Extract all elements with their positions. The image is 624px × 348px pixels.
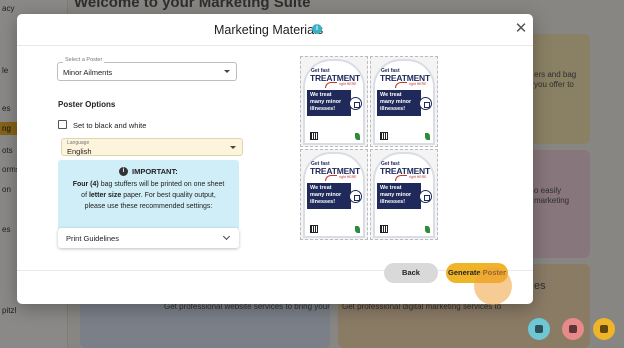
poster-band-line: We treat [310,92,332,98]
poster-right-here: right HERE [339,82,357,86]
arrow-icon [325,175,337,181]
qr-code-icon [380,225,388,233]
poster-right-here: right HERE [339,175,357,179]
poster-select[interactable]: Select a Poster Minor Ailments [57,57,237,81]
close-icon[interactable]: ✕ [514,20,528,38]
poster-band: We treat many minor illnesses! [307,90,351,116]
modal-title: Marketing Materials [214,23,324,37]
leaf-logo-icon [425,226,430,233]
poster-band-line: We treat [310,185,332,191]
notice-line-2: of letter size paper. For best quality o… [81,192,216,199]
book-glyph-icon [569,325,577,333]
language-select[interactable]: Language English [61,138,243,156]
heart-plus-icon [349,190,362,203]
heart-plus-icon [419,190,432,203]
poster-select-label: Select a Poster [63,57,105,63]
arrow-icon [395,175,407,181]
poster-right-here: right HERE [409,175,427,179]
leaf-logo-icon [355,226,360,233]
poster-band-line: We treat [380,92,402,98]
qr-code-icon [310,132,318,140]
poster-band-line: many minor [310,192,342,198]
click-indicator [474,267,512,305]
poster-band-line: illnesses! [310,106,336,112]
print-guidelines-accordion[interactable]: Print Guidelines [58,228,239,248]
heart-plus-icon [419,97,432,110]
poster-band: We treat many minor illnesses! [377,183,421,209]
language-value: English [67,147,92,156]
poster-band-line: illnesses! [380,106,406,112]
qr-code-icon [380,132,388,140]
poster-select-value: Minor Ailments [63,68,113,77]
poster-band-line: illnesses! [310,199,336,205]
black-white-checkbox[interactable] [58,120,67,129]
assistant-bot-icon[interactable] [528,318,550,340]
black-white-label[interactable]: Set to black and white [73,121,146,130]
poster-tile: Get fast TREATMENT right HERE We treat m… [370,149,438,240]
poster-right-here: right HERE [409,82,427,86]
arrow-icon [395,82,407,88]
poster-band-line: many minor [380,99,412,105]
notice-line-1: Four (4) bag stuffers will be printed on… [72,181,225,188]
chat-icon[interactable] [593,318,615,340]
bot-face-icon [535,325,543,333]
print-guidelines-label: Print Guidelines [66,234,119,243]
important-notice: i IMPORTANT: Four (4) bag stuffers will … [58,160,239,233]
poster-band-line: illnesses! [380,199,406,205]
poster-tile: Get fast TREATMENT right HERE We treat m… [300,149,368,240]
poster-band: We treat many minor illnesses! [377,90,421,116]
language-label: Language [67,140,90,146]
caret-down-icon [230,146,236,149]
leaf-logo-icon [425,133,430,140]
info-icon[interactable]: i [312,24,322,34]
qr-code-icon [310,225,318,233]
poster-tile: Get fast TREATMENT right HERE We treat m… [300,56,368,147]
book-icon[interactable] [562,318,584,340]
poster-band: We treat many minor illnesses! [307,183,351,209]
chevron-down-icon [222,232,231,241]
notice-title: IMPORTANT: [132,167,178,176]
arrow-icon [325,82,337,88]
heart-plus-icon [349,97,362,110]
poster-options-heading: Poster Options [58,100,116,109]
poster-band-line: many minor [380,192,412,198]
info-icon: i [119,167,128,176]
modal-header: Marketing Materials i ✕ [17,14,533,46]
caret-down-icon [224,70,230,73]
poster-band-line: We treat [380,185,402,191]
poster-preview: Get fast TREATMENT right HERE We treat m… [300,56,438,240]
poster-band-line: many minor [310,99,342,105]
marketing-materials-modal: Marketing Materials i ✕ Select a Poster … [17,14,533,304]
chat-glyph-icon [600,325,608,333]
poster-tile: Get fast TREATMENT right HERE We treat m… [370,56,438,147]
notice-line-3: please use these recommended settings: [84,203,213,210]
leaf-logo-icon [355,133,360,140]
back-button[interactable]: Back [384,263,438,283]
